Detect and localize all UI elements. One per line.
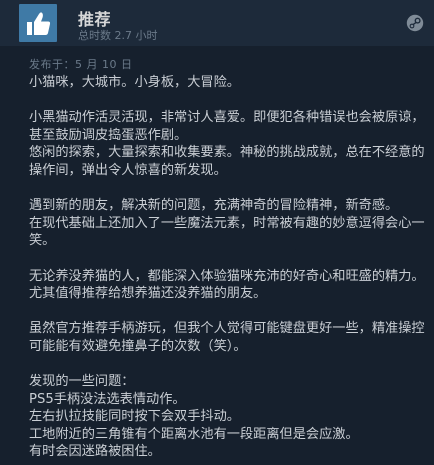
review-line: 甚至鼓励调皮捣蛋恶作剧。: [29, 127, 188, 143]
review-line: 在现代基础上还加入了一些魔法元素，时常被有趣的妙意逗得会心一: [29, 215, 425, 231]
review-line: 操作间，弹出令人惊喜的新发现。: [29, 162, 227, 178]
review-line: 有时会因迷路被困住。: [29, 444, 161, 460]
thumbs-up-icon: [27, 12, 51, 35]
review-line: 可能能有效避免撞鼻子的次数（笑）。: [29, 338, 247, 354]
review-line: 悠闲的探索，大量探索和收集要素。神秘的挑战成就，总在不经意的: [29, 145, 425, 161]
review-line: 小黑猫动作活灵活现，非常讨人喜爱。即便犯各种错误也会被原谅，: [29, 110, 425, 126]
review-line: 笑。: [29, 233, 56, 249]
review-line: 尤其值得推荐给想养猫还没养猫的朋友。: [29, 286, 267, 302]
review-line: 工地附近的三角锥有个距离水池有一段距离但是会应激。: [29, 426, 359, 442]
review-card: 推荐 总时数 2.7 小时 发布于：5 月 10 日 小猫咪，大城市。小身板，大…: [0, 0, 434, 465]
review-line: 左右扒拉技能同时按下会双手抖动。: [29, 409, 240, 425]
review-line: 小猫咪，大城市。小身板，大冒险。: [29, 75, 240, 90]
review-line: PS5手柄没法选表情动作。: [29, 391, 186, 407]
steam-logo-icon[interactable]: [406, 14, 424, 32]
review-line: 无论养没养猫的人，都能深入体验猫咪充沛的好奇心和旺盛的精力。: [29, 268, 425, 284]
recommended-badge: [19, 4, 57, 42]
review-body: 小猫咪，大城市。小身板，大冒险。 小黑猫动作活灵活现，非常讨人喜爱。即便犯各种错…: [29, 74, 429, 461]
review-line: 遇到新的朋友，解决新的问题，充满神奇的冒险精神，新奇感。: [29, 198, 399, 214]
review-line: 发现的一些问题：: [29, 374, 135, 390]
review-line: 虽然官方推荐手柄游玩，但我个人觉得可能键盘更好一些，精准操控: [29, 321, 425, 337]
review-header: 推荐 总时数 2.7 小时: [0, 0, 434, 46]
posted-date: 发布于：5 月 10 日: [29, 58, 133, 71]
playtime-hours: 总时数 2.7 小时: [78, 29, 158, 42]
